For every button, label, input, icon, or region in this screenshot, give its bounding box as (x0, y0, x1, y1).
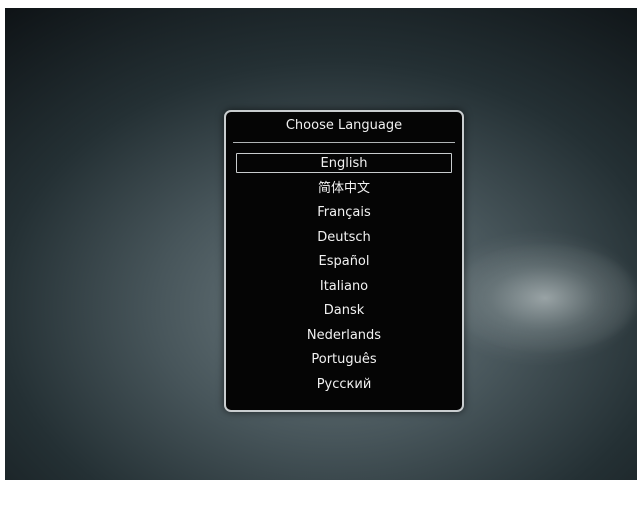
language-option-spanish[interactable]: Español (226, 250, 462, 275)
language-option-simplified-chinese[interactable]: 简体中文 (226, 177, 462, 202)
language-option-german[interactable]: Deutsch (226, 226, 462, 251)
language-option-english[interactable]: English (226, 152, 462, 177)
language-option-danish[interactable]: Dansk (226, 299, 462, 324)
photo-frame-screen: Choose Language English 简体中文 Français De… (5, 8, 637, 480)
dialog-title: Choose Language (285, 118, 403, 133)
title-divider (233, 142, 455, 143)
language-option-french[interactable]: Français (226, 201, 462, 226)
language-option-portuguese[interactable]: Português (226, 348, 462, 373)
language-option-dutch[interactable]: Nederlands (226, 324, 462, 349)
language-option-russian[interactable]: Русский (226, 373, 462, 398)
choose-language-dialog: Choose Language English 简体中文 Français De… (224, 110, 464, 412)
language-option-italian[interactable]: Italiano (226, 275, 462, 300)
language-list: English 简体中文 Français Deutsch Español It… (226, 152, 462, 397)
